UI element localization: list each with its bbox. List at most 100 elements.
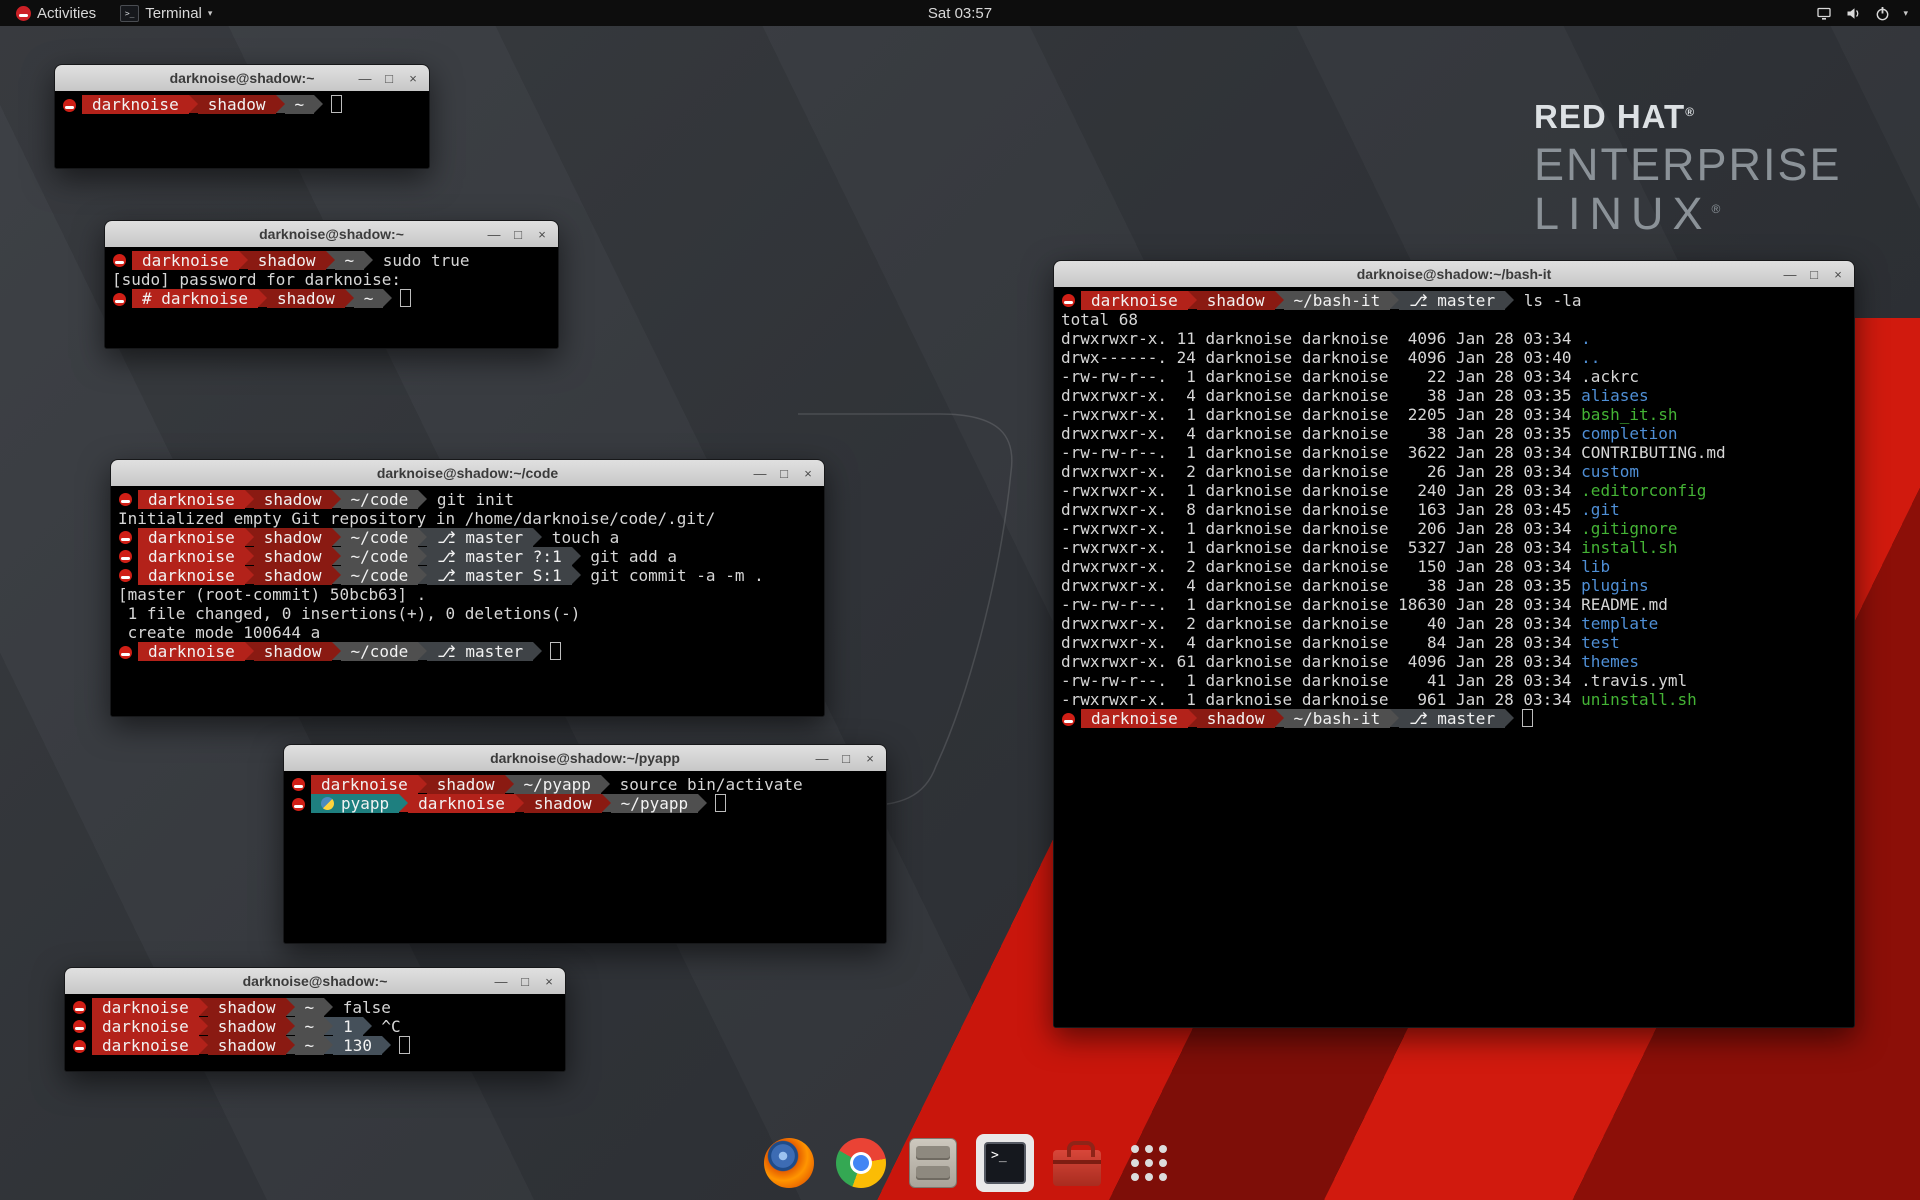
maximize-button[interactable]: □: [836, 748, 856, 768]
terminal-text: plugins: [1581, 576, 1648, 595]
minimize-button[interactable]: —: [750, 463, 770, 483]
close-button[interactable]: ×: [1828, 264, 1848, 284]
dock-firefox-icon[interactable]: [760, 1134, 818, 1192]
app-menu-label: Terminal: [145, 5, 202, 22]
prompt-segment-path: ~/bash-it: [1284, 709, 1391, 728]
powerline-separator-icon: [245, 490, 254, 508]
dock-terminal-icon[interactable]: >_: [976, 1134, 1034, 1192]
prompt-segment-user: darknoise: [138, 490, 245, 509]
maximize-button[interactable]: □: [379, 68, 399, 88]
powerline-separator-icon: [418, 490, 427, 508]
prompt-segment-host: shadow: [1197, 709, 1275, 728]
terminal-line: # darknoiseshadow~: [112, 289, 551, 308]
terminal-text: drwxrwxr-x. 4 darknoise darknoise 38 Jan…: [1061, 386, 1581, 405]
redhat-prompt-icon: [1062, 713, 1075, 726]
minimize-button[interactable]: —: [355, 68, 375, 88]
powerline-separator-icon: [324, 1017, 333, 1035]
window-titlebar[interactable]: darknoise@shadow:~/code — □ ×: [111, 460, 824, 487]
maximize-button[interactable]: □: [774, 463, 794, 483]
chevron-down-icon[interactable]: ▾: [1903, 8, 1908, 19]
terminal-content[interactable]: darknoiseshadow~/bash-it⎇ master ls -lat…: [1054, 287, 1854, 1027]
terminal-text: drwxrwxr-x. 11 darknoise darknoise 4096 …: [1061, 329, 1581, 348]
window-titlebar[interactable]: darknoise@shadow:~ — □ ×: [65, 968, 565, 995]
terminal-text: -rw-rw-r--. 1 darknoise darknoise 22 Jan…: [1061, 367, 1639, 386]
powerline-separator-icon: [332, 566, 341, 584]
terminal-text: ^C: [372, 1017, 401, 1036]
terminal-text: drwxrwxr-x. 2 darknoise darknoise 26 Jan…: [1061, 462, 1581, 481]
rhel-branding: RED HAT® ENTERPRISE LINUX®: [1534, 100, 1842, 236]
chrome-icon: [836, 1138, 886, 1188]
window-titlebar[interactable]: darknoise@shadow:~ — □ ×: [105, 221, 558, 248]
redhat-prompt-icon: [73, 1040, 86, 1053]
terminal-text: drwxrwxr-x. 4 darknoise darknoise 38 Jan…: [1061, 424, 1581, 443]
window-titlebar[interactable]: darknoise@shadow:~ — □ ×: [55, 65, 429, 92]
prompt-segment-host: shadow: [524, 794, 602, 813]
powerline-separator-icon: [1505, 709, 1514, 727]
prompt-segment-host: shadow: [254, 642, 332, 661]
terminal-content[interactable]: darknoiseshadow~ sudo true[sudo] passwor…: [105, 247, 558, 348]
terminal-window-sudo: darknoise@shadow:~ — □ × darknoiseshadow…: [104, 220, 559, 349]
powerline-separator-icon: [245, 566, 254, 584]
prompt-segment-host: shadow: [208, 1036, 286, 1055]
minimize-button[interactable]: —: [812, 748, 832, 768]
app-menu-terminal[interactable]: >_ Terminal ▾: [110, 0, 222, 26]
terminal-line: total 68: [1061, 310, 1847, 329]
close-button[interactable]: ×: [539, 971, 559, 991]
terminal-text: custom: [1581, 462, 1639, 481]
close-button[interactable]: ×: [860, 748, 880, 768]
maximize-button[interactable]: □: [508, 224, 528, 244]
terminal-text: false: [333, 998, 391, 1017]
power-icon[interactable]: [1874, 5, 1891, 22]
terminal-line: drwxrwxr-x. 4 darknoise darknoise 38 Jan…: [1061, 576, 1847, 595]
minimize-button[interactable]: —: [484, 224, 504, 244]
dock-chrome-icon[interactable]: [832, 1134, 890, 1192]
display-icon[interactable]: [1816, 5, 1833, 22]
terminal-text: -rwxrwxr-x. 1 darknoise darknoise 206 Ja…: [1061, 519, 1581, 538]
clock[interactable]: Sat 03:57: [918, 0, 1002, 26]
window-titlebar[interactable]: darknoise@shadow:~/bash-it — □ ×: [1054, 261, 1854, 288]
close-button[interactable]: ×: [403, 68, 423, 88]
app-grid-icon: [1131, 1145, 1167, 1181]
terminal-content[interactable]: darknoiseshadow~/code git initInitialize…: [111, 486, 824, 716]
terminal-cursor: [331, 95, 342, 113]
terminal-cursor: [399, 1036, 410, 1054]
powerline-separator-icon: [332, 642, 341, 660]
maximize-button[interactable]: □: [515, 971, 535, 991]
dock-files-icon[interactable]: [904, 1134, 962, 1192]
prompt-segment-git: ⎇ master: [427, 528, 533, 547]
terminal-text: source bin/activate: [610, 775, 803, 794]
powerline-separator-icon: [1275, 709, 1284, 727]
activities-label: Activities: [37, 5, 96, 22]
maximize-button[interactable]: □: [1804, 264, 1824, 284]
powerline-separator-icon: [505, 775, 514, 793]
prompt-segment-path: ~/code: [341, 566, 419, 585]
redhat-prompt-icon: [1062, 294, 1075, 307]
close-button[interactable]: ×: [532, 224, 552, 244]
powerline-separator-icon: [245, 642, 254, 660]
terminal-text: aliases: [1581, 386, 1648, 405]
terminal-content[interactable]: darknoiseshadow~: [55, 91, 429, 168]
volume-icon[interactable]: [1845, 5, 1862, 22]
activities-button[interactable]: Activities: [8, 0, 104, 26]
redhat-prompt-icon: [119, 531, 132, 544]
prompt-segment-git: ⎇ master: [427, 642, 533, 661]
dock-toolbox-icon[interactable]: [1048, 1134, 1106, 1192]
window-titlebar[interactable]: darknoise@shadow:~/pyapp — □ ×: [284, 745, 886, 772]
prompt-segment-host: shadow: [254, 528, 332, 547]
brand-redhat: RED HAT: [1534, 98, 1685, 135]
terminal-content[interactable]: darknoiseshadow~/pyapp source bin/activa…: [284, 771, 886, 943]
dock-app-grid-icon[interactable]: [1120, 1134, 1178, 1192]
prompt-segment-path: ~/code: [341, 490, 419, 509]
terminal-text: total 68: [1061, 310, 1138, 329]
minimize-button[interactable]: —: [1780, 264, 1800, 284]
close-button[interactable]: ×: [798, 463, 818, 483]
powerline-separator-icon: [418, 642, 427, 660]
redhat-logo-icon: [16, 6, 31, 21]
terminal-line: pyappdarknoiseshadow~/pyapp: [291, 794, 879, 813]
terminal-content[interactable]: darknoiseshadow~ falsedarknoiseshadow~1 …: [65, 994, 565, 1071]
terminal-text: test: [1581, 633, 1620, 652]
prompt-segment-path: ~: [295, 998, 325, 1017]
terminal-window-bash-it: darknoise@shadow:~/bash-it — □ × darknoi…: [1053, 260, 1855, 1028]
minimize-button[interactable]: —: [491, 971, 511, 991]
powerline-separator-icon: [245, 547, 254, 565]
